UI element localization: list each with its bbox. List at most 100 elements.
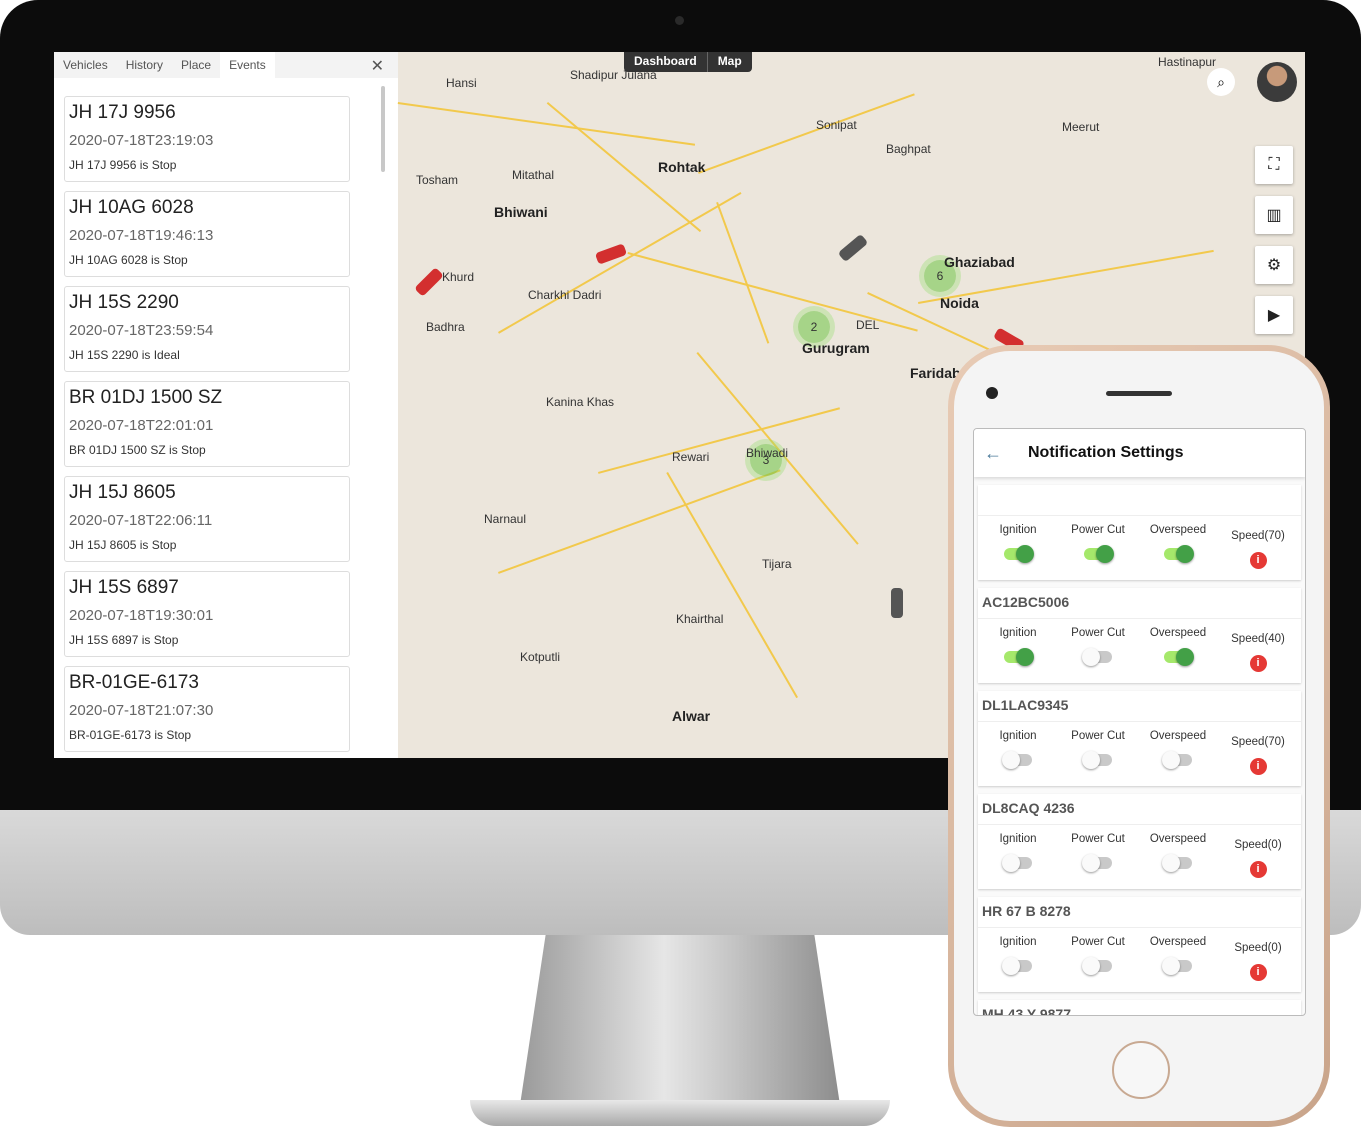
overspeed-label: Overspeed (1149, 730, 1207, 742)
vehicle-marker[interactable] (891, 588, 903, 618)
monitor-stand (520, 935, 840, 1105)
scrollbar[interactable] (381, 86, 385, 172)
overspeed-label: Overspeed (1149, 936, 1207, 948)
search-icon[interactable]: ⌕ (1207, 68, 1235, 96)
event-status: JH 15S 6897 is Stop (69, 633, 179, 647)
power_cut-toggle[interactable] (1082, 854, 1112, 872)
event-card[interactable]: JH 10AG 6028 2020-07-18T19:46:13 JH 10AG 6… (64, 191, 350, 277)
event-time: 2020-07-18T19:46:13 (69, 227, 214, 244)
vehicle-marker[interactable] (837, 233, 869, 263)
speed-label: Speed(70) (1231, 530, 1285, 542)
event-card[interactable]: JH 15S 6897 2020-07-18T19:30:01 JH 15S 689… (64, 571, 350, 657)
close-icon[interactable]: ✕ (371, 56, 384, 76)
tab-vehicles[interactable]: Vehicles (54, 52, 117, 78)
event-time: 2020-07-18T23:59:54 (69, 322, 214, 339)
map-place-label: Kanina Khas (546, 395, 615, 409)
overspeed-toggle[interactable] (1164, 648, 1194, 666)
power_cut-toggle[interactable] (1082, 648, 1112, 666)
info-icon[interactable]: i (1249, 964, 1267, 981)
map-place-label: Charkhi Dadri (528, 288, 602, 302)
map-place-label: Sonipat (816, 118, 857, 132)
info-icon[interactable]: i (1249, 655, 1267, 672)
page-title: Notification Settings (1028, 444, 1184, 461)
vehicle-cluster[interactable]: 2 (798, 311, 830, 343)
vehicle-name: MH 43 Y 9877 (982, 1006, 1071, 1016)
event-status: BR-01GE-6173 is Stop (69, 728, 192, 742)
map-place-label: Alwar (672, 708, 711, 724)
map-road (397, 102, 696, 146)
map-button[interactable]: Map (706, 52, 752, 72)
power_cut-label: Power Cut (1071, 524, 1125, 536)
overspeed-label: Overspeed (1149, 524, 1207, 536)
map-place-label: Rohtak (658, 159, 706, 175)
ignition-label: Ignition (999, 730, 1037, 742)
overspeed-toggle[interactable] (1162, 957, 1192, 975)
tab-place[interactable]: Place (172, 52, 220, 78)
map-road (498, 469, 781, 574)
speed-label: Speed(0) (1234, 942, 1282, 954)
map-place-label: Tosham (416, 173, 459, 187)
vehicle-settings-card: MH 43 Y 9877 (978, 1000, 1301, 1016)
vehicle-settings-card: HR 67 B 8278 Ignition Power Cut Overspeed Sp… (978, 897, 1301, 992)
overspeed-toggle[interactable] (1162, 854, 1192, 872)
ignition-toggle[interactable] (1002, 957, 1032, 975)
event-card[interactable]: JH 15S 2290 2020-07-18T23:59:54 JH 15S 229… (64, 286, 350, 372)
info-icon[interactable]: i (1249, 758, 1267, 775)
phone-screen: ← Notification Settings Ignition Power Cu… (973, 428, 1306, 1016)
front-camera (986, 387, 998, 399)
overspeed-toggle[interactable] (1162, 751, 1192, 769)
map-road (716, 202, 770, 344)
event-vehicle: JH 10AG 6028 (69, 197, 194, 218)
vehicle-name: HR 67 B 8278 (982, 903, 1071, 919)
ignition-toggle[interactable] (1002, 854, 1032, 872)
map-place-label: Shadipur Julana (570, 68, 657, 82)
ignition-label: Ignition (999, 524, 1037, 536)
power_cut-toggle[interactable] (1084, 545, 1114, 563)
map-place-label: Noida (940, 295, 979, 311)
tab-history[interactable]: History (117, 52, 172, 78)
map-place-label: Khairthal (676, 612, 724, 626)
speed-label: Speed(0) (1234, 839, 1282, 851)
map-place-label: Hastinapur (1158, 55, 1217, 69)
event-vehicle: JH 17J 9956 (69, 102, 176, 123)
event-card[interactable]: BR 01DJ 1500 SZ 2020-07-18T22:01:01 BR 01D… (64, 381, 350, 467)
map-place-label: Bhiwadi (746, 446, 789, 460)
avatar[interactable] (1257, 62, 1297, 102)
gear-icon[interactable]: ⚙ (1255, 246, 1293, 284)
map-place-label: Bhiwani (494, 204, 548, 220)
back-arrow-icon[interactable]: ← (974, 443, 1028, 464)
overspeed-toggle[interactable] (1164, 545, 1194, 563)
info-icon[interactable]: i (1249, 552, 1267, 569)
map-place-label: Gurugram (802, 340, 870, 356)
home-button[interactable] (1112, 1041, 1170, 1099)
event-status: JH 10AG 6028 is Stop (69, 253, 188, 267)
map-place-label: DEL (856, 318, 880, 332)
map-place-label: Faridab (910, 365, 961, 381)
map-place-label: Kotputli (520, 650, 561, 664)
map-place-label: Mitathal (512, 168, 555, 182)
info-icon[interactable]: i (1249, 861, 1267, 878)
overspeed-label: Overspeed (1149, 833, 1207, 845)
vehicle-marker[interactable] (414, 267, 444, 297)
power_cut-toggle[interactable] (1082, 957, 1112, 975)
vehicle-settings-card: Ignition Power Cut Overspeed Speed(70) i (978, 485, 1301, 580)
sidebar-tabs: Vehicles History Place Events ✕ (54, 52, 398, 78)
map-icon[interactable]: ▥ (1255, 196, 1293, 234)
event-status: JH 17J 9956 is Stop (69, 158, 177, 172)
event-card[interactable]: JH 15J 8605 2020-07-18T22:06:11 JH 15J 860… (64, 476, 350, 562)
event-card[interactable]: JH 17J 9956 2020-07-18T23:19:03 JH 17J 995… (64, 96, 350, 182)
sidebar: Vehicles History Place Events ✕ JH 17J 9… (54, 52, 398, 758)
ignition-toggle[interactable] (1002, 751, 1032, 769)
play-icon[interactable]: ▶ (1255, 296, 1293, 334)
tab-events[interactable]: Events (220, 52, 275, 78)
ignition-toggle[interactable] (1004, 648, 1034, 666)
ignition-label: Ignition (999, 833, 1037, 845)
ignition-toggle[interactable] (1004, 545, 1034, 563)
power_cut-toggle[interactable] (1082, 751, 1112, 769)
map-road (698, 93, 915, 174)
map-place-label: Meerut (1062, 120, 1100, 134)
fullscreen-icon[interactable]: ⛶ (1255, 146, 1293, 184)
vehicle-settings-card: DL8CAQ 4236 Ignition Power Cut Overspeed Spe… (978, 794, 1301, 889)
monitor-foot (470, 1100, 890, 1126)
event-card[interactable]: BR-01GE-6173 2020-07-18T21:07:30 BR-01GE-6… (64, 666, 350, 752)
